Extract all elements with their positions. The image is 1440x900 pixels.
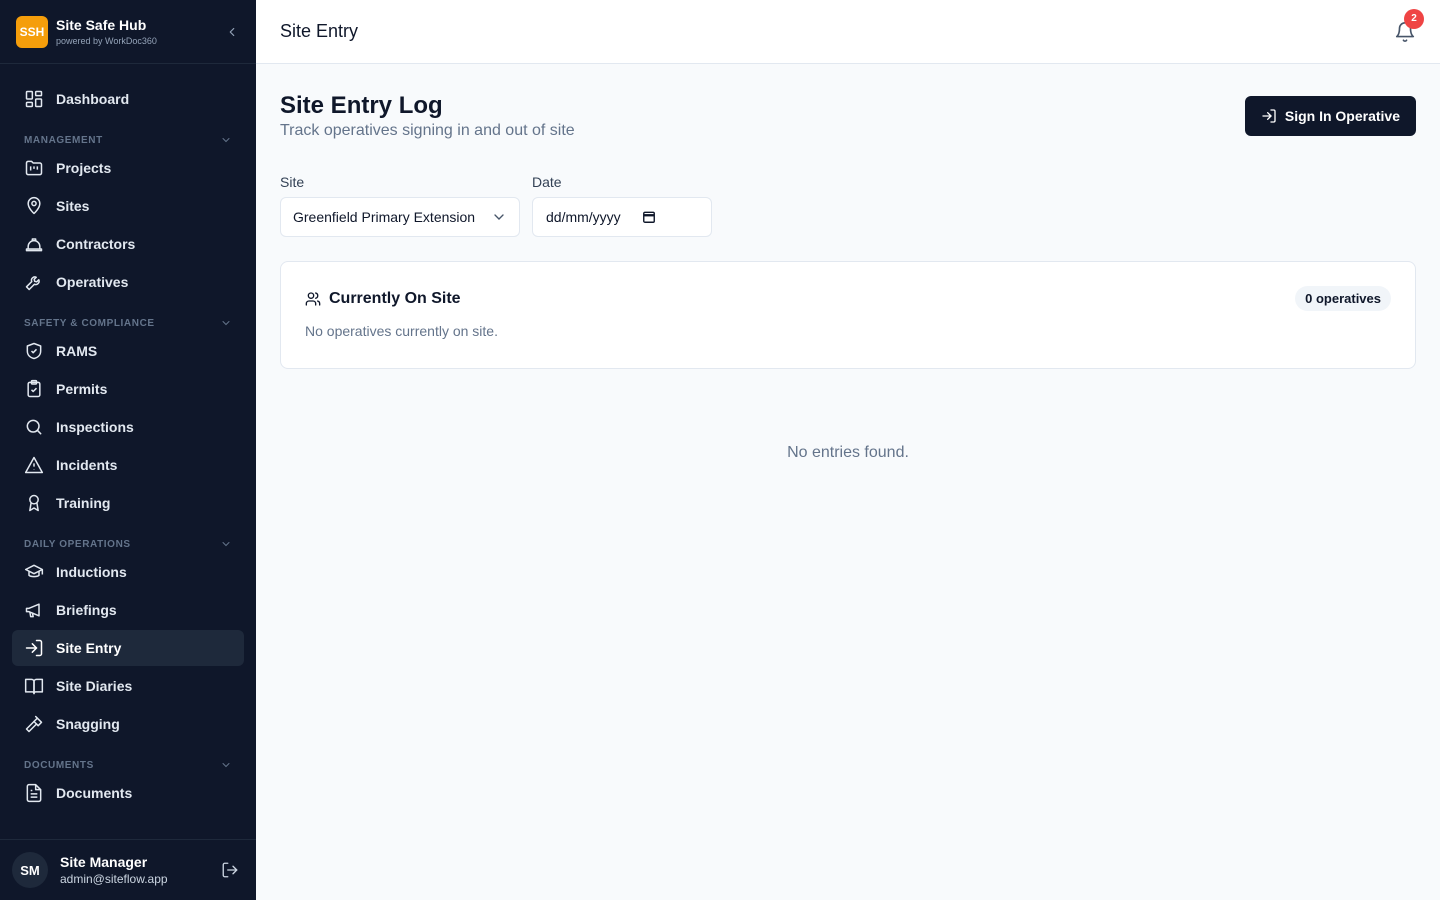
page-title: Site Entry Log [280,92,443,119]
map-pin-icon [27,196,41,215]
user-name: Site Manager [60,854,148,870]
sidebar-item-label: Snagging [56,716,120,732]
on-site-empty-message: No operatives currently on site. [305,323,498,339]
sidebar-item-briefings[interactable]: Briefings [12,592,244,628]
chevron-down-icon [222,321,230,326]
sidebar-item-projects[interactable]: Projects [12,150,244,186]
user-email: admin@siteflow.app [60,872,168,886]
award-icon [29,494,39,512]
sidebar-item-sites[interactable]: Sites [12,188,244,224]
avatar[interactable]: SM [12,852,48,888]
sidebar-item-inspections[interactable]: Inspections [12,409,244,445]
chevron-down-icon [222,542,230,547]
users-icon [305,291,321,306]
graduation-cap-icon [24,564,44,578]
user-profile: SM Site Manager admin@siteflow.app [0,839,256,900]
sidebar: SSH Site Safe Hub powered by WorkDoc360 … [0,0,256,900]
brand-subtitle: powered by WorkDoc360 [56,35,157,46]
sidebar-item-label: Site Diaries [56,678,133,694]
sidebar-item-site-entry[interactable]: Site Entry [12,630,244,666]
folder-kanban-icon [25,160,43,176]
sidebar-item-label: Incidents [56,457,118,473]
sidebar-item-label: Contractors [56,236,136,252]
chevron-down-icon [494,214,504,220]
sidebar-item-label: RAMS [56,343,98,359]
clipboard-check-icon [27,379,41,398]
sidebar-item-inductions[interactable]: Inductions [12,554,244,590]
logout-button[interactable] [220,860,240,880]
sidebar-item-label: Sites [56,198,90,214]
sidebar-item-label: Site Entry [56,640,122,656]
header-title: Site Entry [280,21,359,41]
sign-in-operative-button[interactable]: Sign In Operative [1244,96,1416,136]
sidebar-item-label: Documents [56,785,133,801]
sidebar-nav: Dashboard MANAGEMENT Projects Sites Cont… [0,64,256,811]
section-daily-operations[interactable]: DAILY OPERATIONS [12,523,244,554]
shield-check-icon [26,342,42,360]
chevron-left-icon [229,27,235,36]
sidebar-item-dashboard[interactable]: Dashboard [12,81,244,117]
book-open-icon [24,678,44,695]
chevron-down-icon [222,138,230,143]
sidebar-item-label: Dashboard [56,91,130,107]
date-input[interactable]: dd/mm/yyyy [532,197,712,237]
brand: SSH Site Safe Hub powered by WorkDoc360 [0,0,256,64]
file-text-icon [26,783,42,803]
notifications-button[interactable]: 2 [1394,8,1424,43]
section-safety[interactable]: SAFETY & COMPLIANCE [12,302,244,333]
sidebar-item-contractors[interactable]: Contractors [12,226,244,262]
sidebar-item-snagging[interactable]: Snagging [12,706,244,742]
collapse-sidebar-button[interactable] [224,24,240,40]
page-header: Site Entry Log Track operatives signing … [280,88,1416,142]
site-select-value: Greenfield Primary Extension [293,209,476,225]
sidebar-item-permits[interactable]: Permits [12,371,244,407]
sidebar-item-operatives[interactable]: Operatives [12,264,244,300]
calendar-icon[interactable] [642,210,656,224]
sidebar-item-label: Inspections [56,419,134,435]
sidebar-item-documents[interactable]: Documents [12,775,244,811]
entries-empty-message: No entries found. [787,444,909,461]
wrench-icon [25,276,40,291]
operatives-count-badge: 0 operatives [1295,286,1391,311]
log-in-icon [25,639,43,657]
sidebar-item-label: Briefings [56,602,117,618]
alert-triangle-icon [24,456,44,474]
date-placeholder: dd/mm/yyyy [546,209,621,225]
sidebar-item-label: Training [56,495,111,511]
hammer-icon [25,715,43,733]
sidebar-item-incidents[interactable]: Incidents [12,447,244,483]
brand-name: Site Safe Hub [56,16,147,33]
megaphone-icon [25,603,40,618]
filters: Site Greenfield Primary Extension Date d… [280,173,1416,237]
chevron-down-icon [222,763,230,768]
main-content: Site Entry Log Track operatives signing … [256,64,1440,900]
top-header: Site Entry 2 [256,0,1440,64]
currently-on-site-card: Currently On Site 0 operatives No operat… [280,261,1416,369]
sidebar-item-training[interactable]: Training [12,485,244,521]
dashboard-icon [25,90,43,108]
log-in-icon [1262,109,1276,123]
date-filter: Date dd/mm/yyyy [532,173,712,237]
log-out-icon [222,862,238,878]
sidebar-item-site-diaries[interactable]: Site Diaries [12,668,244,704]
section-documents[interactable]: DOCUMENTS [12,744,244,775]
section-management[interactable]: MANAGEMENT [12,119,244,150]
notification-badge: 2 [1404,8,1424,29]
site-filter: Site Greenfield Primary Extension [280,173,520,237]
sidebar-item-label: Projects [56,160,112,176]
sidebar-item-rams[interactable]: RAMS [12,333,244,369]
site-select[interactable]: Greenfield Primary Extension [280,197,520,237]
hard-hat-icon [25,238,43,252]
search-icon [26,419,42,435]
site-label: Site [280,174,305,190]
sidebar-item-label: Inductions [56,564,127,580]
sidebar-item-label: Operatives [56,274,129,290]
brand-logo[interactable]: SSH [16,15,48,48]
date-label: Date [532,174,562,190]
page-subtitle: Track operatives signing in and out of s… [280,122,575,139]
sidebar-item-label: Permits [56,381,108,397]
card-title: Currently On Site [329,289,461,307]
